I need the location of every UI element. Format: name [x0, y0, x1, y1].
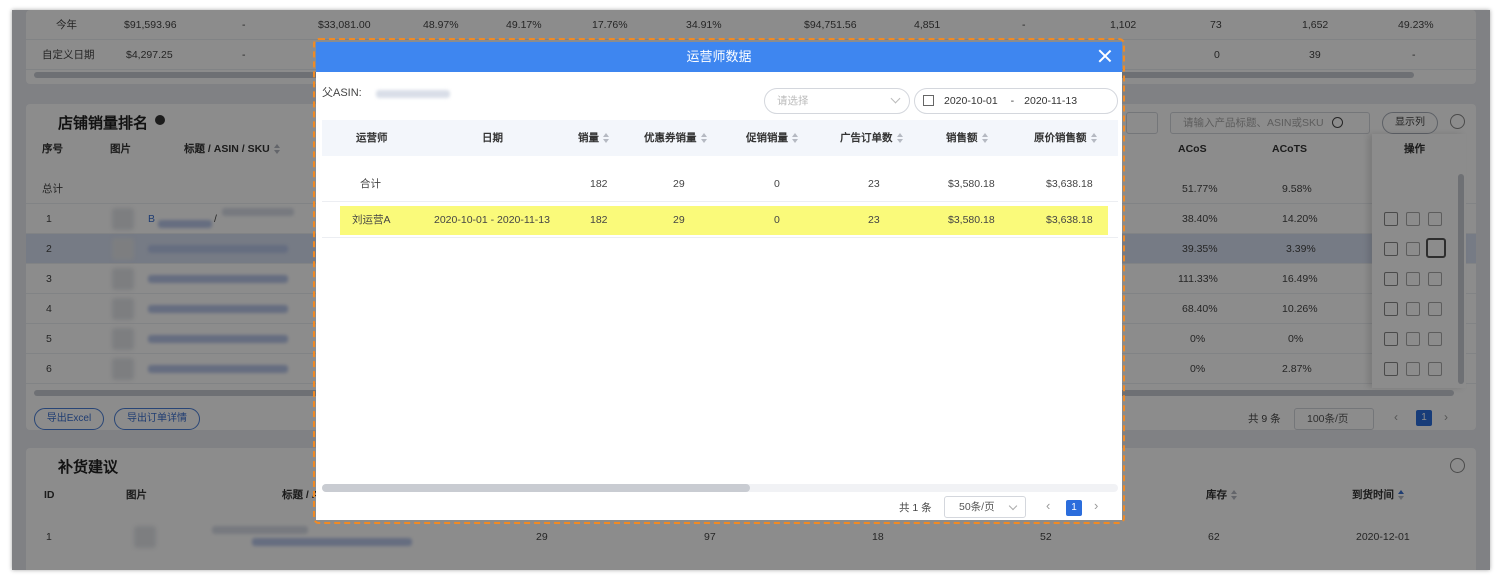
select-placeholder: 请选择	[777, 95, 809, 107]
modal-header: 运营师数据	[316, 42, 1122, 72]
col-sales-label: 销量	[578, 132, 599, 144]
col-coupon-sales[interactable]: 优惠券销量	[644, 120, 708, 156]
blurred-parent-asin	[376, 90, 450, 98]
modal-table-header: 运营师 日期 销量 优惠券销量 促销销量 广告订单数 销售额 原价销售额	[322, 120, 1118, 156]
sort-icon[interactable]	[603, 133, 610, 144]
next-page-icon[interactable]: ›	[1094, 498, 1098, 513]
modal-title: 运营师数据	[686, 49, 752, 64]
col-orig-revenue-label: 原价销售额	[1034, 132, 1087, 144]
prev-page-icon[interactable]: ‹	[1046, 498, 1050, 513]
date-start[interactable]: 2020-10-01	[944, 95, 998, 107]
page-size-label: 50条/页	[959, 501, 995, 513]
date-range-picker[interactable]: 2020-10-01 -2020-11-13	[914, 88, 1118, 114]
col-coupon-label: 优惠券销量	[644, 132, 697, 144]
operator-data-modal: 运营师数据 父ASIN: 请选择 2020-10-01 -2020-11-13 …	[316, 42, 1122, 520]
col-ad-orders[interactable]: 广告订单数	[840, 120, 904, 156]
col-sales[interactable]: 销量	[578, 120, 610, 156]
col-orig-revenue[interactable]: 原价销售额	[1034, 120, 1098, 156]
modal-total-count: 共 1 条	[899, 502, 932, 514]
app-screen: 今年 $91,593.96 - $33,081.00 48.97% 49.17%…	[12, 10, 1490, 570]
total-revenue: $3,580.18	[948, 178, 995, 190]
col-revenue[interactable]: 销售额	[946, 120, 989, 156]
total-label: 合计	[360, 178, 381, 190]
operator-select[interactable]: 请选择	[764, 88, 910, 114]
row-operator: 刘运营A	[352, 214, 391, 226]
date-separator: -	[1010, 95, 1015, 107]
chevron-down-icon	[1008, 501, 1018, 511]
modal-hscroll-thumb[interactable]	[322, 484, 750, 492]
close-icon[interactable]	[1096, 47, 1114, 65]
row-ad-orders: 23	[868, 214, 880, 226]
col-operator: 运营师	[356, 132, 388, 144]
col-ad-orders-label: 广告订单数	[840, 132, 893, 144]
date-end[interactable]: 2020-11-13	[1024, 95, 1077, 107]
total-promo: 0	[774, 178, 780, 190]
row-orig-revenue: $3,638.18	[1046, 214, 1093, 226]
row-date: 2020-10-01 - 2020-11-13	[434, 214, 550, 226]
modal-page-size-select[interactable]: 50条/页	[944, 496, 1026, 518]
modal-total-row: 合计 182 29 0 23 $3,580.18 $3,638.18	[322, 166, 1118, 202]
total-sales: 182	[590, 178, 608, 190]
sort-icon[interactable]	[896, 133, 904, 144]
row-coupon: 29	[673, 214, 685, 226]
modal-current-page[interactable]: 1	[1066, 500, 1082, 516]
table-row[interactable]: 刘运营A 2020-10-01 - 2020-11-13 182 29 0 23…	[322, 202, 1118, 238]
parent-asin-label: 父ASIN:	[322, 87, 362, 99]
col-revenue-label: 销售额	[946, 132, 978, 144]
col-promo-label: 促销销量	[746, 132, 788, 144]
row-promo: 0	[774, 214, 780, 226]
calendar-icon	[923, 94, 934, 106]
chevron-down-icon	[890, 93, 901, 104]
col-promo-sales[interactable]: 促销销量	[746, 120, 799, 156]
total-ad-orders: 23	[868, 178, 880, 190]
sort-icon[interactable]	[981, 133, 989, 144]
sort-icon[interactable]	[1090, 133, 1098, 144]
row-sales: 182	[590, 214, 608, 226]
total-orig-revenue: $3,638.18	[1046, 178, 1093, 190]
sort-icon[interactable]	[700, 133, 708, 144]
total-coupon: 29	[673, 178, 685, 190]
sort-icon[interactable]	[792, 133, 799, 144]
row-revenue: $3,580.18	[948, 214, 995, 226]
col-date: 日期	[482, 132, 503, 144]
